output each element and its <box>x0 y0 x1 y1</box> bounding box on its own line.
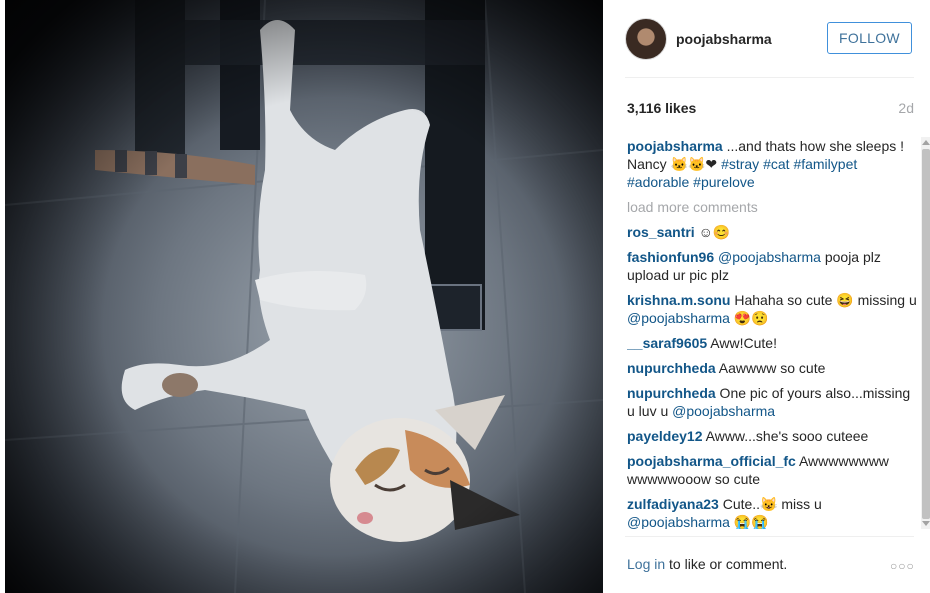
comment-text: Hahaha so cute 😆 missing u <box>730 292 917 308</box>
hashtag[interactable]: #familypet <box>793 156 857 172</box>
hashtag[interactable]: #stray <box>721 156 759 172</box>
comment-item: nupurchheda Aawwww so cute <box>627 359 917 377</box>
scrollbar-thumb[interactable] <box>922 149 930 519</box>
comment-username[interactable]: poojabsharma_official_fc <box>627 453 796 469</box>
avatar[interactable] <box>625 18 667 60</box>
ellipsis-icon[interactable]: ○○○ <box>890 559 915 573</box>
comment-username[interactable]: nupurchheda <box>627 385 716 401</box>
comment-mention[interactable]: @poojabsharma <box>627 514 730 529</box>
comment-text: ☺😊 <box>694 224 731 240</box>
hashtag[interactable]: #purelove <box>693 174 755 190</box>
comment-item: __saraf9605 Aww!Cute! <box>627 334 917 352</box>
comments-scrollbar[interactable] <box>921 137 930 529</box>
comment-item: ros_santri ☺😊 <box>627 223 917 241</box>
comment-text: 😭😭 <box>729 514 769 529</box>
login-prompt-text: to like or comment. <box>665 556 788 572</box>
post-header: poojabsharma FOLLOW <box>603 0 930 77</box>
login-link[interactable]: Log in <box>627 556 665 572</box>
photo-image <box>5 0 603 593</box>
comment-mention[interactable]: @poojabsharma <box>627 310 730 326</box>
comment-item: payeldey12 Awww...she's sooo cuteee <box>627 427 917 445</box>
comment-username[interactable]: ros_santri <box>627 224 695 240</box>
header-divider <box>625 77 914 78</box>
likes-count[interactable]: 3,116 likes <box>627 100 696 116</box>
scroll-down-icon[interactable] <box>922 521 930 526</box>
comment-mention[interactable]: @poojabsharma <box>718 249 821 265</box>
comment-username[interactable]: __saraf9605 <box>627 335 707 351</box>
comment-item: nupurchheda One pic of yours also...miss… <box>627 384 917 420</box>
comment-text: Cute..😺 miss u <box>718 496 822 512</box>
username-link[interactable]: poojabsharma <box>676 31 772 47</box>
comments-list: poojabsharma ...and thats how she sleeps… <box>627 137 917 529</box>
footer-divider <box>625 536 914 537</box>
comment-text: 😍😟 <box>729 310 769 326</box>
comment-item: zulfadiyana23 Cute..😺 miss u @poojabshar… <box>627 495 917 529</box>
comment-username[interactable]: krishna.m.sonu <box>627 292 730 308</box>
comment-username[interactable]: fashionfun96 <box>627 249 714 265</box>
comment-username[interactable]: nupurchheda <box>627 360 716 376</box>
hashtag[interactable]: #adorable <box>627 174 689 190</box>
comment-username[interactable]: zulfadiyana23 <box>627 496 719 512</box>
post-time[interactable]: 2d <box>898 100 914 116</box>
caption: poojabsharma ...and thats how she sleeps… <box>627 137 917 191</box>
caption-username[interactable]: poojabsharma <box>627 138 723 154</box>
post-sidebar: poojabsharma FOLLOW 3,116 likes 2d pooja… <box>603 0 930 593</box>
load-more-comments[interactable]: load more comments <box>627 198 917 216</box>
follow-button[interactable]: FOLLOW <box>827 22 912 54</box>
comment-text: Awww...she's sooo cuteee <box>702 428 869 444</box>
comment-item: poojabsharma_official_fc Awwwwwwww wwwww… <box>627 452 917 488</box>
hashtag[interactable]: #cat <box>763 156 789 172</box>
comment-item: fashionfun96 @poojabsharma pooja plz upl… <box>627 248 917 284</box>
comment-username[interactable]: payeldey12 <box>627 428 703 444</box>
comment-text: Aawwww so cute <box>715 360 826 376</box>
scroll-up-icon[interactable] <box>922 140 930 145</box>
login-prompt: Log in to like or comment. <box>627 556 787 572</box>
comment-mention[interactable]: @poojabsharma <box>672 403 775 419</box>
post-photo[interactable] <box>5 0 603 593</box>
comment-text: Aww!Cute! <box>707 335 777 351</box>
comment-item: krishna.m.sonu Hahaha so cute 😆 missing … <box>627 291 917 327</box>
